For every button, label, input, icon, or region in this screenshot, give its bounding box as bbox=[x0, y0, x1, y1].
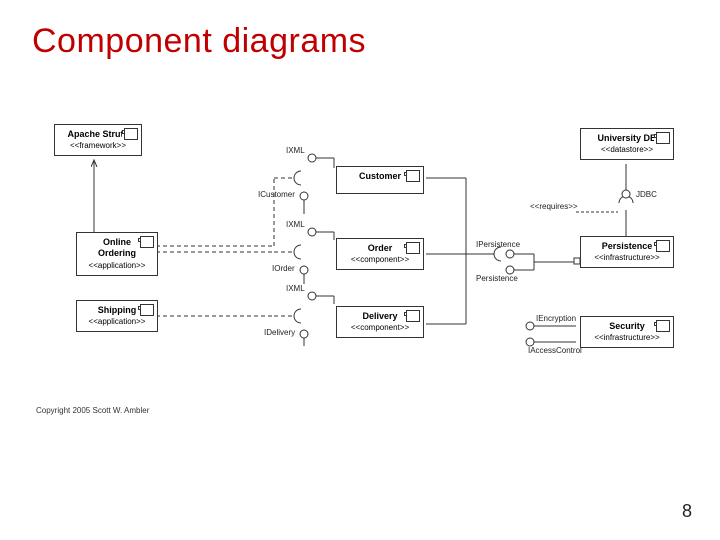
interface-label-ixml-order: IXML bbox=[286, 220, 305, 229]
page-number: 8 bbox=[682, 501, 692, 522]
component-delivery: Delivery <<component>> bbox=[336, 306, 424, 338]
uml-component-diagram: Apache Struts <<framework>> Online Order… bbox=[36, 118, 684, 418]
component-label: Persistence bbox=[587, 241, 667, 252]
component-university-db: University DB <<datastore>> bbox=[580, 128, 674, 160]
interface-label-ipersistence: IPersistence bbox=[476, 240, 520, 249]
interface-label-jdbc: JDBC bbox=[636, 190, 657, 199]
interface-label-icustomer: ICustomer bbox=[258, 190, 295, 199]
component-stereotype: <<infrastructure>> bbox=[587, 253, 667, 263]
component-label: Online Ordering bbox=[83, 237, 151, 260]
interface-label-idelivery: IDelivery bbox=[264, 328, 295, 337]
component-stereotype: <<component>> bbox=[343, 255, 417, 265]
component-order: Order <<component>> bbox=[336, 238, 424, 270]
component-stereotype: <<infrastructure>> bbox=[587, 333, 667, 343]
component-label: Shipping bbox=[83, 305, 151, 316]
component-customer: Customer bbox=[336, 166, 424, 194]
component-label: Apache Struts bbox=[61, 129, 135, 140]
component-stereotype: <<datastore>> bbox=[587, 145, 667, 155]
component-security: Security <<infrastructure>> bbox=[580, 316, 674, 348]
component-stereotype: <<application>> bbox=[83, 261, 151, 271]
interface-label-iaccesscontrol: IAccessControl bbox=[528, 346, 582, 355]
interface-label-iencryption: IEncryption bbox=[536, 314, 576, 323]
component-persistence: Persistence <<infrastructure>> bbox=[580, 236, 674, 268]
interface-label-ixml-delivery: IXML bbox=[286, 284, 305, 293]
component-label: Security bbox=[587, 321, 667, 332]
component-label: Delivery bbox=[343, 311, 417, 322]
copyright-text: Copyright 2005 Scott W. Ambler bbox=[36, 406, 149, 415]
interface-label-iorder: IOrder bbox=[272, 264, 295, 273]
component-stereotype: <<framework>> bbox=[61, 141, 135, 151]
component-stereotype: <<application>> bbox=[83, 317, 151, 327]
interface-label-persistence-port: Persistence bbox=[476, 274, 518, 283]
interface-label-ixml-customer: IXML bbox=[286, 146, 305, 155]
component-apache-struts: Apache Struts <<framework>> bbox=[54, 124, 142, 156]
component-label: University DB bbox=[587, 133, 667, 144]
component-online-ordering: Online Ordering <<application>> bbox=[76, 232, 158, 276]
interface-label-requires: <<requires>> bbox=[530, 202, 578, 211]
component-label: Order bbox=[343, 243, 417, 254]
component-label: Customer bbox=[343, 171, 417, 182]
component-shipping: Shipping <<application>> bbox=[76, 300, 158, 332]
component-stereotype: <<component>> bbox=[343, 323, 417, 333]
slide-title: Component diagrams bbox=[32, 22, 366, 61]
